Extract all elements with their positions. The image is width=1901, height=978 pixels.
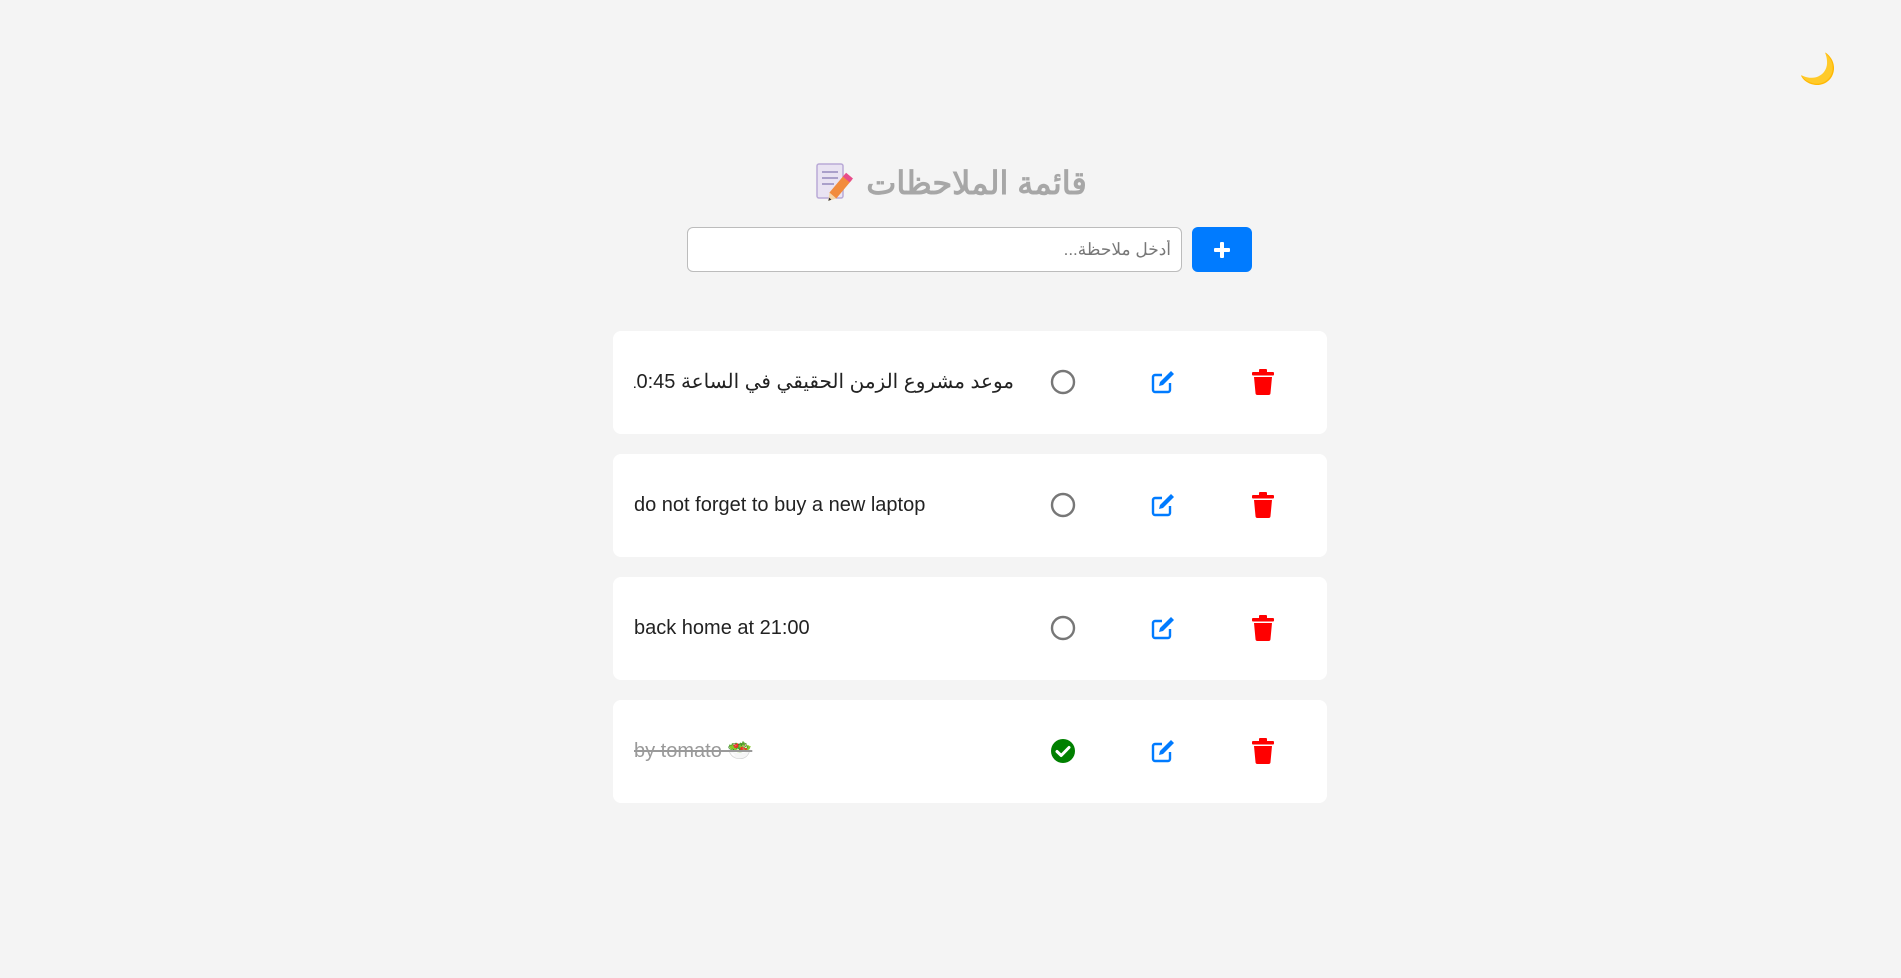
edit-button[interactable] xyxy=(1148,490,1178,520)
note-text[interactable]: by tomato 🥗 xyxy=(634,700,1014,803)
note-item: back home at 21:00 xyxy=(613,577,1327,680)
edit-icon xyxy=(1151,494,1174,517)
notes-list: موعد مشروع الزمن الحقيقي في الساعة 10:45… xyxy=(613,331,1327,823)
add-note-form xyxy=(687,227,1253,272)
trash-icon xyxy=(1252,492,1274,518)
note-text[interactable]: back home at 21:00 xyxy=(634,577,1014,680)
note-item: موعد مشروع الزمن الحقيقي في الساعة 10:45 xyxy=(613,331,1327,434)
add-note-button[interactable] xyxy=(1192,227,1252,272)
toggle-complete-button[interactable] xyxy=(1048,736,1078,766)
toggle-complete-button[interactable] xyxy=(1048,367,1078,397)
circle-icon xyxy=(1050,369,1076,395)
delete-button[interactable] xyxy=(1248,613,1278,643)
theme-toggle-button[interactable]: 🌙 xyxy=(1796,50,1840,90)
edit-icon xyxy=(1151,740,1174,763)
edit-button[interactable] xyxy=(1148,736,1178,766)
moon-icon: 🌙 xyxy=(1799,53,1837,86)
check-circle-icon xyxy=(1051,739,1075,763)
note-input[interactable] xyxy=(687,227,1182,272)
toggle-complete-button[interactable] xyxy=(1048,490,1078,520)
note-item: by tomato 🥗 xyxy=(613,700,1327,803)
note-text[interactable]: do not forget to buy a new laptop xyxy=(634,454,1014,557)
trash-icon xyxy=(1252,738,1274,764)
trash-icon xyxy=(1252,369,1274,395)
edit-icon xyxy=(1151,617,1174,640)
delete-button[interactable] xyxy=(1248,490,1278,520)
app-header: قائمة الملاحظات xyxy=(0,158,1901,208)
delete-button[interactable] xyxy=(1248,367,1278,397)
note-item: do not forget to buy a new laptop xyxy=(613,454,1327,557)
edit-button[interactable] xyxy=(1148,613,1178,643)
page-title: قائمة الملاحظات xyxy=(866,165,1087,201)
memo-pencil-icon xyxy=(814,162,854,204)
note-text[interactable]: موعد مشروع الزمن الحقيقي في الساعة 10:45 xyxy=(634,331,1014,434)
plus-icon xyxy=(1214,241,1230,258)
edit-icon xyxy=(1151,371,1174,394)
edit-button[interactable] xyxy=(1148,367,1178,397)
circle-icon xyxy=(1050,492,1076,518)
delete-button[interactable] xyxy=(1248,736,1278,766)
trash-icon xyxy=(1252,615,1274,641)
toggle-complete-button[interactable] xyxy=(1048,613,1078,643)
circle-icon xyxy=(1050,615,1076,641)
